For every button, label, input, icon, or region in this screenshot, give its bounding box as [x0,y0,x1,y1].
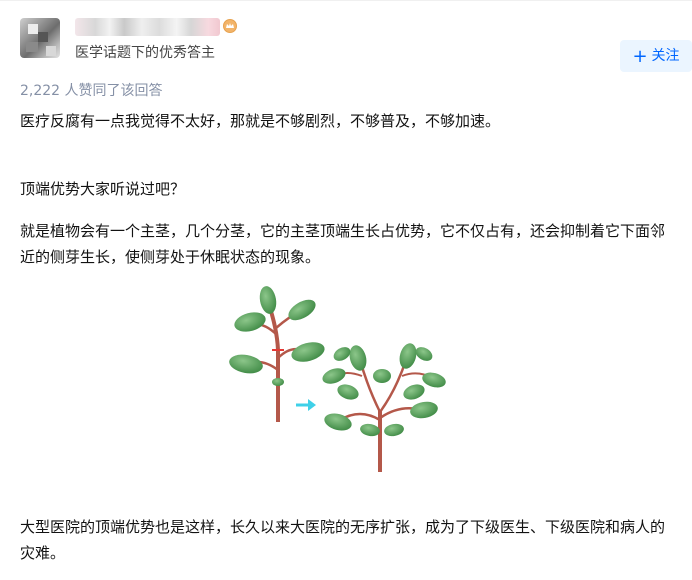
author-info: 医学话题下的优秀答主 + 关注 [20,14,692,72]
paragraph-2: 顶端优势大家听说过吧？ [20,180,186,198]
plus-icon: + [632,46,648,67]
crown-badge-icon [223,19,237,33]
vote-count: 2,222 人赞同了该回答 [20,83,163,99]
paragraph-3: 就是植物会有一个主茎，几个分茎，它的主茎顶端生长占优势，它不仅占有，还会抑制着它… [20,222,666,266]
paragraph-1: 医疗反腐有一点我觉得不太好，那就是不够剧烈，不够普及，不够加速。 [20,112,501,130]
apical-dominance-illustration [210,280,450,480]
plant-with-apex [229,286,325,422]
avatar[interactable] [20,18,60,58]
follow-button[interactable]: + 关注 [620,40,692,72]
paragraph-4: 大型医院的顶端优势也是这样，长久以来大医院的无序扩张，成为了下级医生、下级医院和… [20,518,666,562]
author-name-blurred[interactable] [75,18,220,36]
bushy-plant [322,343,446,472]
follow-label: 关注 [651,48,680,64]
top-divider [0,0,692,1]
author-headline: 医学话题下的优秀答主 [75,45,215,61]
arrow-right-icon [296,399,316,411]
